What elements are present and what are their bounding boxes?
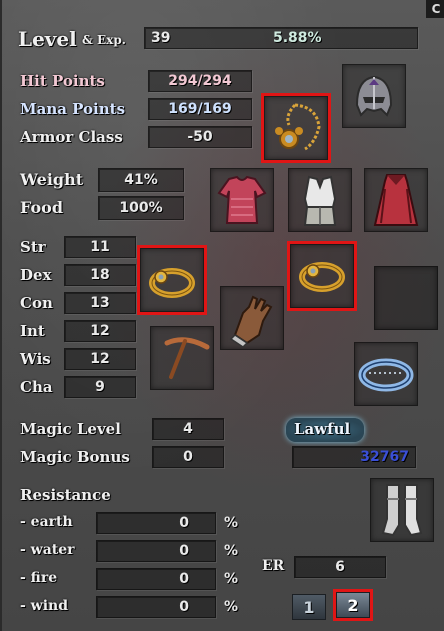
tab-2[interactable]: 2 xyxy=(333,589,373,621)
ring-icon xyxy=(299,262,345,292)
stat-cha-label: Cha xyxy=(20,378,53,396)
resist-earth-label: - earth xyxy=(20,514,73,530)
ring-icon xyxy=(149,268,195,298)
necklace-icon xyxy=(275,103,321,151)
glove-slot[interactable] xyxy=(220,286,284,350)
resist-fire-unit: % xyxy=(224,571,239,587)
resistance-title: Resistance xyxy=(20,486,111,504)
resist-earth-value: 0 xyxy=(96,512,216,534)
resist-fire-label: - fire xyxy=(20,570,58,586)
er-value: 6 xyxy=(294,556,386,578)
ac-value: -50 xyxy=(148,126,252,148)
resist-fire-value: 0 xyxy=(96,568,216,590)
hp-value: 294/294 xyxy=(148,70,252,92)
hp-label: Hit Points xyxy=(20,72,105,90)
magic-level-label: Magic Level xyxy=(20,420,121,438)
weight-label: Weight xyxy=(20,170,84,189)
corner-button[interactable]: C xyxy=(426,0,444,18)
ring-right-slot[interactable] xyxy=(287,241,357,311)
ac-label: Armor Class xyxy=(20,128,123,146)
level-value: 39 xyxy=(151,30,171,46)
stat-str-label: Str xyxy=(20,238,46,256)
weapon-slot[interactable] xyxy=(150,326,214,390)
glove-icon xyxy=(229,295,273,348)
helmet-icon xyxy=(355,75,393,117)
resist-earth-unit: % xyxy=(224,515,239,531)
ring-left-slot[interactable] xyxy=(137,245,207,315)
resist-water-value: 0 xyxy=(96,540,216,562)
er-label: ER xyxy=(262,558,285,574)
boots-icon xyxy=(381,484,423,537)
resist-wind-unit: % xyxy=(224,599,239,615)
magic-level-value: 4 xyxy=(152,418,224,440)
mp-value: 169/169 xyxy=(148,98,252,120)
resist-wind-label: - wind xyxy=(20,598,69,614)
food-value: 100% xyxy=(98,196,184,220)
resist-water-unit: % xyxy=(224,543,239,559)
shirt-slot[interactable] xyxy=(210,168,274,232)
food-label: Food xyxy=(20,198,64,217)
armor-slot[interactable] xyxy=(288,168,352,232)
shirt-icon xyxy=(217,175,267,224)
stat-dex-value: 18 xyxy=(64,264,136,286)
stat-cha-value: 9 xyxy=(64,376,136,398)
pickaxe-icon xyxy=(164,337,210,379)
stat-str-value: 11 xyxy=(64,236,136,258)
stat-dex-label: Dex xyxy=(20,266,52,284)
level-exp-box: 39 5.88% xyxy=(144,27,418,49)
character-window: Level & Exp. 39 5.88% C Hit Points 294/2… xyxy=(0,0,444,631)
cloak-slot[interactable] xyxy=(364,168,428,232)
exp-value: 5.88% xyxy=(273,30,322,46)
stat-wis-label: Wis xyxy=(20,350,51,368)
level-label: Level xyxy=(18,27,77,51)
alignment-value: 32767 xyxy=(292,446,416,468)
bracelet-slot[interactable] xyxy=(354,342,418,406)
cloak-icon xyxy=(373,174,419,226)
magic-bonus-label: Magic Bonus xyxy=(20,448,130,466)
boots-slot[interactable] xyxy=(370,478,434,542)
tab-1[interactable]: 1 xyxy=(292,594,326,620)
resist-water-label: - water xyxy=(20,542,75,558)
magic-bonus-value: 0 xyxy=(152,446,224,468)
stat-int-label: Int xyxy=(20,322,45,340)
bracelet-ring-icon xyxy=(358,358,414,392)
exp-label: & Exp. xyxy=(82,33,126,47)
weight-value: 41% xyxy=(98,168,184,192)
stat-con-value: 13 xyxy=(64,292,136,314)
mp-label: Mana Points xyxy=(20,100,126,118)
empty-slot[interactable] xyxy=(374,266,438,330)
stat-int-value: 12 xyxy=(64,320,136,342)
resist-wind-value: 0 xyxy=(96,596,216,618)
necklace-slot[interactable] xyxy=(261,93,331,163)
helmet-slot[interactable] xyxy=(342,64,406,128)
stat-wis-value: 12 xyxy=(64,348,136,370)
stat-con-label: Con xyxy=(20,294,53,312)
alignment-label: Lawful xyxy=(294,420,351,438)
armor-vest-icon xyxy=(303,175,337,226)
